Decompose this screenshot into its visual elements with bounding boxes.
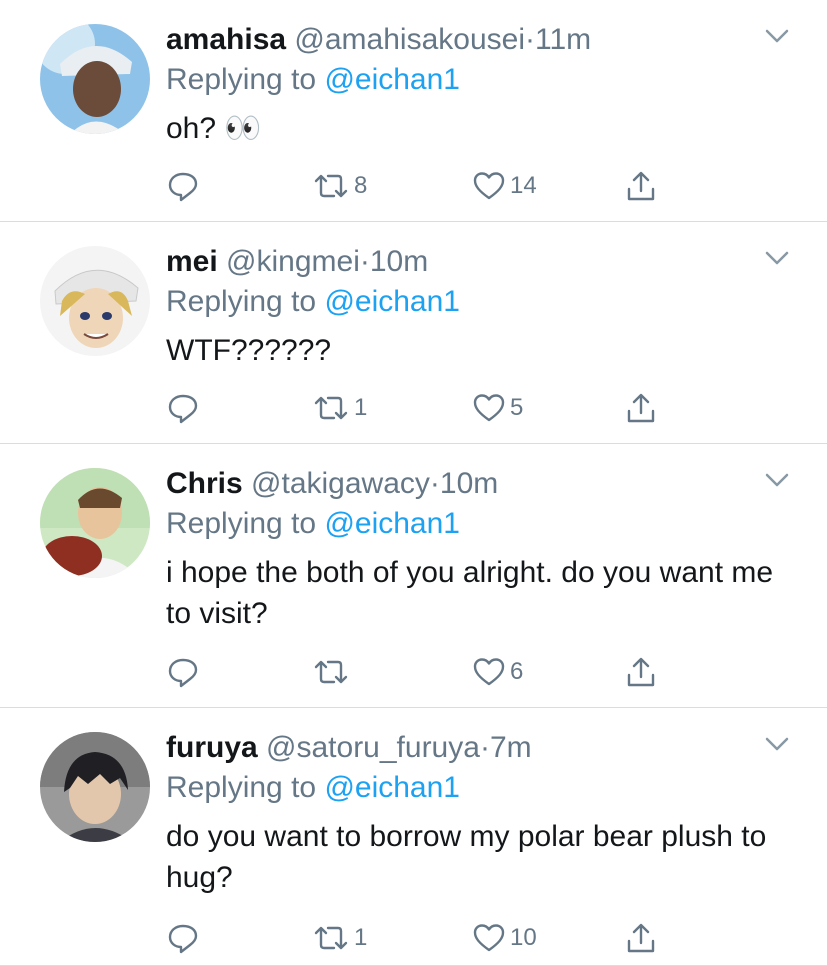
- separator-dot: ·: [359, 245, 370, 278]
- reply-icon: [168, 658, 198, 688]
- avatar[interactable]: [40, 468, 150, 578]
- replying-to-label: Replying to: [166, 63, 325, 96]
- tweet-header: amahisa @amahisakousei·11m: [166, 20, 787, 60]
- chevron-down-icon[interactable]: [763, 470, 791, 490]
- like-count: 5: [510, 394, 524, 421]
- like-count: 6: [510, 658, 524, 685]
- display-name[interactable]: furuya: [166, 731, 258, 764]
- share-button[interactable]: [624, 918, 658, 958]
- tweet-header: furuya @satoru_furuya·7m: [166, 728, 787, 768]
- retweet-count: 1: [354, 924, 368, 951]
- retweet-button[interactable]: 8: [312, 166, 367, 206]
- like-icon: [473, 394, 505, 422]
- user-handle[interactable]: @amahisakousei: [294, 23, 525, 56]
- user-handle[interactable]: @satoru_furuya: [266, 731, 480, 764]
- chevron-down-icon[interactable]: [763, 26, 791, 46]
- share-button[interactable]: [624, 652, 658, 692]
- avatar[interactable]: [40, 732, 150, 842]
- retweet-count: 8: [354, 172, 368, 199]
- tweet[interactable]: Chris @takigawacy·10m Replying to @eicha…: [0, 444, 827, 708]
- like-icon: [473, 172, 505, 200]
- tweet[interactable]: mei @kingmei·10m Replying to @eichan1 WT…: [0, 222, 827, 444]
- timestamp[interactable]: 10m: [370, 245, 428, 278]
- reply-button[interactable]: [166, 918, 200, 958]
- share-button[interactable]: [624, 166, 658, 206]
- tweet-text: do you want to borrow my polar bear plus…: [166, 820, 767, 894]
- retweet-icon: [314, 396, 348, 420]
- replying-to-user[interactable]: @eichan1: [324, 63, 460, 96]
- like-icon: [473, 658, 505, 686]
- display-name[interactable]: amahisa: [166, 23, 286, 56]
- avatar[interactable]: [40, 24, 150, 134]
- replying-to: Replying to @eichan1: [166, 504, 787, 544]
- timestamp[interactable]: 7m: [490, 731, 532, 764]
- retweet-icon: [314, 660, 348, 684]
- share-icon: [627, 393, 655, 423]
- chevron-down-icon[interactable]: [763, 734, 791, 754]
- like-button[interactable]: 14: [472, 166, 537, 206]
- replying-to-label: Replying to: [166, 507, 325, 540]
- replying-to: Replying to @eichan1: [166, 768, 787, 808]
- tweet-text: i hope the both of you alright. do you w…: [166, 556, 774, 630]
- chevron-down-icon[interactable]: [763, 248, 791, 268]
- user-handle[interactable]: @takigawacy: [251, 467, 430, 500]
- separator-dot: ·: [525, 23, 535, 56]
- tweet-header: mei @kingmei·10m: [166, 242, 787, 282]
- reply-button[interactable]: [166, 388, 200, 428]
- retweet-button[interactable]: 1: [312, 388, 367, 428]
- timestamp[interactable]: 10m: [440, 467, 498, 500]
- share-icon: [627, 657, 655, 687]
- like-button[interactable]: 6: [472, 652, 523, 692]
- like-count: 14: [510, 172, 537, 199]
- like-button[interactable]: 5: [472, 388, 523, 428]
- tweet[interactable]: furuya @satoru_furuya·7m Replying to @ei…: [0, 708, 827, 966]
- tweet[interactable]: amahisa @amahisakousei·11m Replying to @…: [0, 0, 827, 222]
- reply-button[interactable]: [166, 166, 200, 206]
- replying-to-user[interactable]: @eichan1: [324, 771, 460, 804]
- reply-icon: [168, 172, 198, 202]
- retweet-button[interactable]: 1: [312, 918, 367, 958]
- retweet-count: 1: [354, 394, 368, 421]
- reply-icon: [168, 924, 198, 954]
- retweet-button[interactable]: [312, 652, 354, 692]
- separator-dot: ·: [429, 467, 440, 500]
- share-icon: [627, 923, 655, 953]
- replying-to-label: Replying to: [166, 285, 325, 318]
- tweet-text: WTF??????: [166, 334, 332, 367]
- avatar[interactable]: [40, 246, 150, 356]
- display-name[interactable]: mei: [166, 245, 218, 278]
- retweet-icon: [314, 174, 348, 198]
- separator-dot: ·: [479, 731, 490, 764]
- like-icon: [473, 924, 505, 952]
- replying-to-user[interactable]: @eichan1: [324, 507, 460, 540]
- replying-to-user[interactable]: @eichan1: [324, 285, 460, 318]
- retweet-icon: [314, 926, 348, 950]
- share-button[interactable]: [624, 388, 658, 428]
- user-handle[interactable]: @kingmei: [226, 245, 360, 278]
- reply-button[interactable]: [166, 652, 200, 692]
- reply-icon: [168, 394, 198, 424]
- replying-to: Replying to @eichan1: [166, 282, 787, 322]
- display-name[interactable]: Chris: [166, 467, 243, 500]
- like-count: 10: [510, 924, 537, 951]
- tweet-text: oh? 👀: [166, 112, 262, 145]
- tweet-header: Chris @takigawacy·10m: [166, 464, 787, 504]
- like-button[interactable]: 10: [472, 918, 537, 958]
- timestamp[interactable]: 11m: [535, 23, 591, 56]
- replying-to: Replying to @eichan1: [166, 60, 787, 100]
- share-icon: [627, 171, 655, 201]
- replying-to-label: Replying to: [166, 771, 325, 804]
